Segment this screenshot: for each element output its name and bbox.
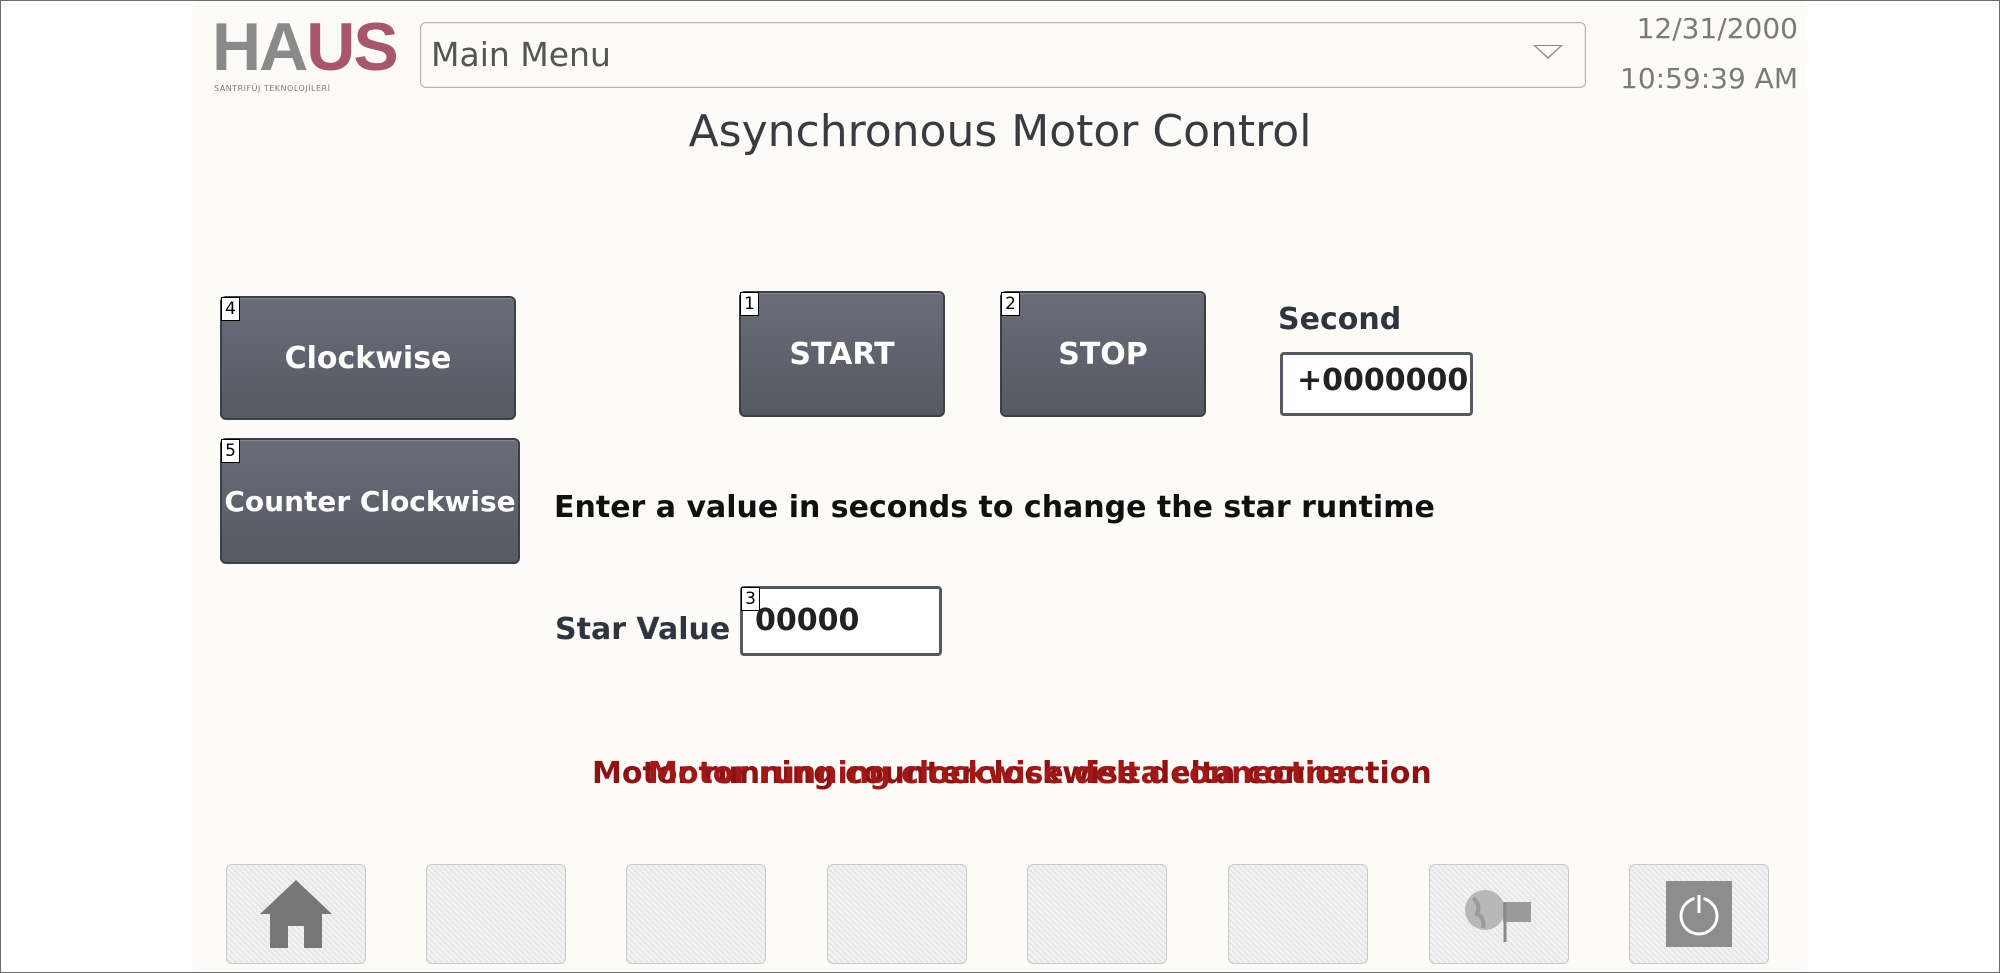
logo-text-ha: HA	[212, 9, 308, 85]
page-title: Asynchronous Motor Control	[688, 106, 1312, 157]
counter-clockwise-button[interactable]: 5 Counter Clockwise	[220, 438, 520, 564]
star-value-input[interactable]: 3 00000	[740, 586, 942, 656]
nav-button-5[interactable]	[1027, 864, 1167, 964]
status-message-clockwise: Motor running clockwise delta connection	[648, 756, 1358, 791]
haus-logo: HAUS SANTRIFÜJ TEKNOLOJİLERİ	[212, 13, 404, 104]
logo-text-us: US	[306, 9, 398, 85]
second-display: +0000000	[1280, 352, 1473, 416]
instruction-text: Enter a value in seconds to change the s…	[554, 490, 1435, 525]
globe-language-icon	[1465, 890, 1531, 942]
logo-subtitle: SANTRIFÜJ TEKNOLOJİLERİ	[214, 84, 331, 93]
nav-language-button[interactable]	[1429, 864, 1569, 964]
second-label: Second	[1278, 302, 1402, 337]
start-button[interactable]: 1 START	[739, 291, 945, 417]
hotkey-tag: 1	[740, 292, 759, 316]
star-value-label: Star Value	[555, 612, 731, 647]
hotkey-tag: 4	[221, 297, 240, 321]
nav-home-button[interactable]	[226, 864, 366, 964]
chevron-down-icon[interactable]	[1533, 45, 1563, 59]
hotkey-tag: 5	[221, 439, 240, 463]
nav-button-4[interactable]	[827, 864, 967, 964]
nav-power-button[interactable]	[1629, 864, 1769, 964]
stop-button-label: STOP	[1058, 336, 1148, 372]
nav-button-6[interactable]	[1228, 864, 1368, 964]
power-icon	[1666, 881, 1732, 947]
dropdown-selected-value: Main Menu	[431, 35, 611, 74]
screen-selector-dropdown[interactable]: Main Menu	[420, 22, 1586, 88]
star-value-text: 00000	[755, 603, 860, 638]
counter-clockwise-button-label: Counter Clockwise	[224, 484, 516, 518]
nav-button-2[interactable]	[426, 864, 566, 964]
system-date: 12/31/2000	[1636, 12, 1798, 45]
system-time: 10:59:39 AM	[1620, 62, 1798, 95]
stop-button[interactable]: 2 STOP	[1000, 291, 1206, 417]
home-icon	[260, 880, 332, 948]
clockwise-button-label: Clockwise	[284, 340, 452, 376]
clockwise-button[interactable]: 4 Clockwise	[220, 296, 516, 420]
hotkey-tag: 2	[1001, 292, 1020, 316]
nav-button-3[interactable]	[626, 864, 766, 964]
start-button-label: START	[789, 336, 895, 372]
